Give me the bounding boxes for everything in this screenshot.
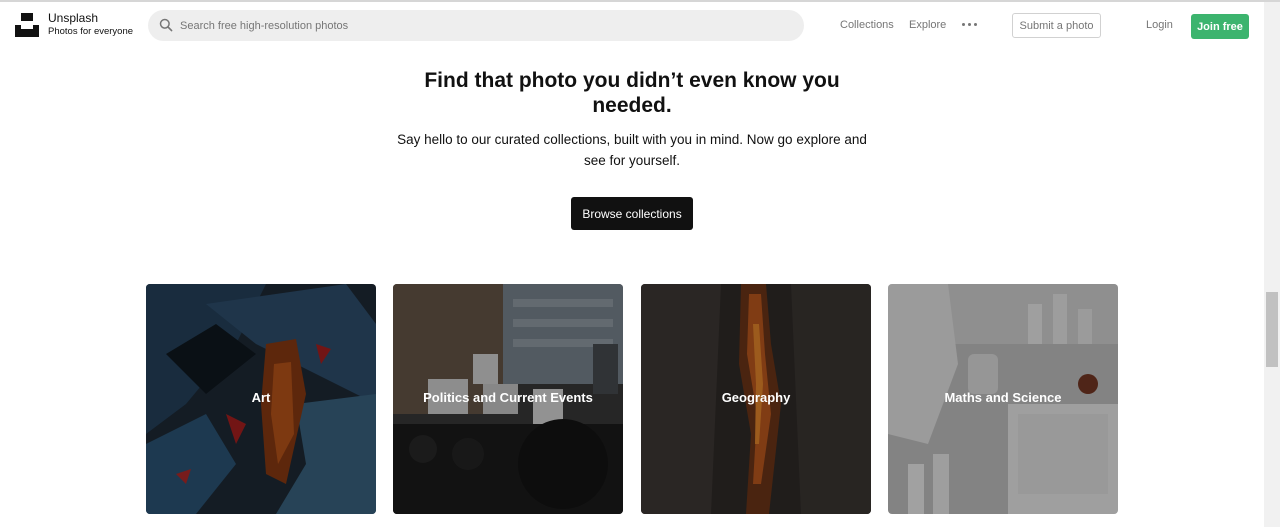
collection-label: Geography <box>721 390 791 405</box>
hero-title: Find that photo you didn’t even know you… <box>424 69 840 117</box>
join-free-button[interactable]: Join free <box>1191 14 1249 39</box>
collection-card-maths-science[interactable]: Maths and Science <box>888 284 1118 514</box>
scrollbar-thumb[interactable] <box>1266 292 1278 367</box>
nav-collections-link[interactable]: Collections <box>840 19 894 31</box>
unsplash-logo-icon[interactable] <box>15 13 39 37</box>
search-input[interactable] <box>180 10 780 41</box>
top-navigation-bar: Unsplash Photos for everyone Collections… <box>0 2 1264 48</box>
collection-label: Maths and Science <box>944 390 1062 405</box>
page-scrollbar[interactable] <box>1264 2 1280 527</box>
collection-card-art[interactable]: Art <box>146 284 376 514</box>
more-options-icon[interactable] <box>962 16 978 32</box>
collection-label: Art <box>251 390 271 405</box>
hero-subtitle: Say hello to our curated collections, bu… <box>397 132 867 168</box>
submit-photo-button[interactable]: Submit a photo <box>1012 13 1101 38</box>
collection-card-geography[interactable]: Geography <box>641 284 871 514</box>
search-bar[interactable] <box>148 10 804 41</box>
nav-explore-link[interactable]: Explore <box>909 19 946 31</box>
brand[interactable]: Unsplash Photos for everyone <box>48 12 133 38</box>
brand-name: Unsplash <box>48 11 99 25</box>
search-icon <box>159 18 173 32</box>
brand-tagline: Photos for everyone <box>48 26 134 37</box>
collection-label: Politics and Current Events <box>423 390 593 405</box>
collection-card-politics[interactable]: Politics and Current Events <box>393 284 623 514</box>
browse-collections-button[interactable]: Browse collections <box>571 197 693 230</box>
login-link[interactable]: Login <box>1146 19 1173 31</box>
